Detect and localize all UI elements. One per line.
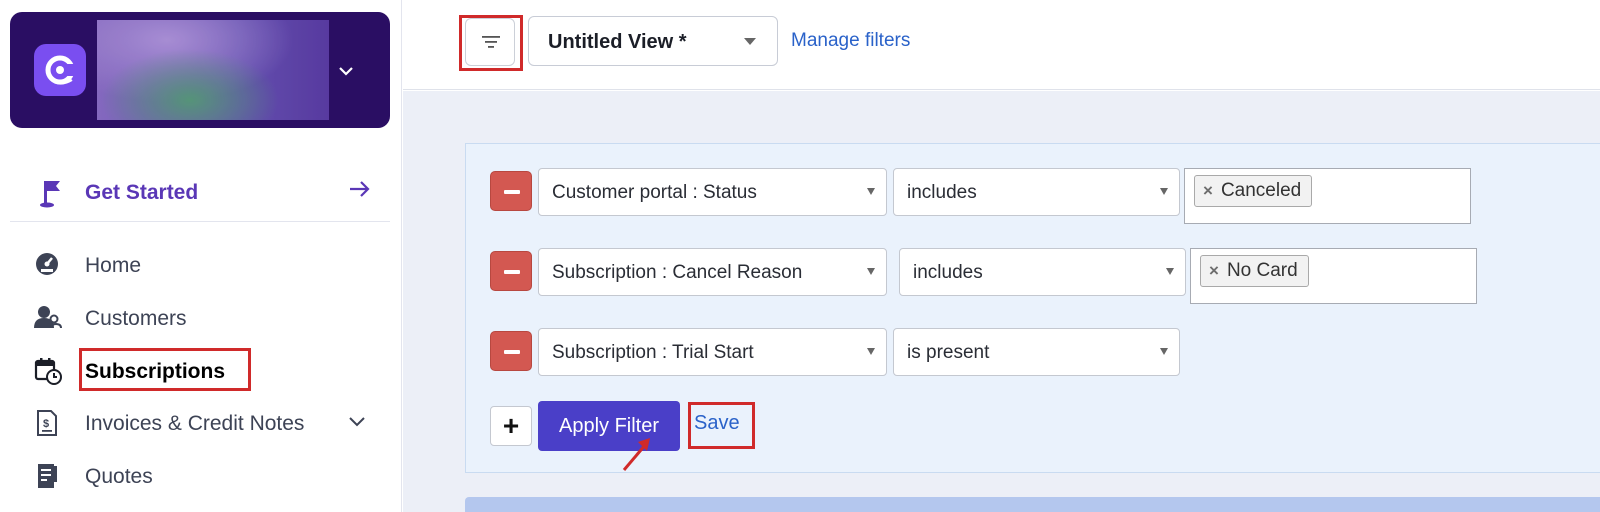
arrow-right-icon[interactable]	[347, 176, 373, 207]
invoice-icon: $	[34, 409, 60, 442]
sidebar: Get Started Home Customers Subscriptions…	[0, 0, 402, 512]
remove-filter-button[interactable]	[490, 171, 532, 211]
highlight-subscriptions	[79, 348, 251, 391]
filter-field-value: Customer portal : Status	[552, 182, 757, 203]
view-select[interactable]: Untitled View *	[528, 16, 778, 66]
chevron-down-icon[interactable]	[348, 415, 366, 434]
org-name-redacted	[97, 20, 329, 120]
remove-filter-button[interactable]	[490, 331, 532, 371]
highlight-filter-button	[459, 15, 523, 71]
get-started-label: Get Started	[85, 181, 199, 204]
calendar-clock-icon	[34, 357, 62, 390]
caret-down-icon	[1160, 348, 1168, 355]
filter-operator-select[interactable]: includes	[899, 248, 1186, 296]
get-started-item[interactable]: Get Started	[10, 166, 390, 222]
filter-operator-select[interactable]: is present	[893, 328, 1180, 376]
value-tag: × Canceled	[1194, 175, 1313, 207]
filter-operator-select[interactable]: includes	[893, 168, 1180, 216]
filter-values-input[interactable]: × No Card	[1190, 248, 1477, 304]
results-header-strip	[465, 497, 1600, 512]
caret-down-icon	[867, 188, 875, 195]
sidebar-item-label: Home	[85, 254, 142, 277]
tag-label: No Card	[1226, 260, 1298, 281]
filter-operator-value: includes	[913, 262, 983, 283]
brand-logo	[34, 44, 86, 96]
view-name: Untitled View *	[548, 31, 687, 53]
remove-tag-icon[interactable]: ×	[1203, 181, 1213, 200]
filter-operator-value: is present	[907, 342, 990, 363]
filter-field-select[interactable]: Subscription : Trial Start	[538, 328, 887, 376]
filter-field-value: Subscription : Trial Start	[552, 342, 754, 363]
minus-icon	[504, 270, 520, 274]
remove-tag-icon[interactable]: ×	[1209, 261, 1219, 280]
filter-operator-value: includes	[907, 182, 977, 203]
sidebar-item-label: Customers	[85, 307, 187, 330]
customers-icon	[34, 304, 62, 335]
highlight-save	[688, 402, 755, 449]
chevron-down-icon[interactable]	[337, 62, 355, 85]
caret-down-icon	[744, 38, 756, 45]
filter-row: Subscription : Trial Start is present	[490, 328, 1490, 378]
filter-row: Subscription : Cancel Reason includes × N…	[490, 248, 1490, 304]
tag-label: Canceled	[1220, 180, 1302, 201]
annotation-arrow-icon	[616, 434, 656, 479]
minus-icon	[504, 190, 520, 194]
filter-field-select[interactable]: Subscription : Cancel Reason	[538, 248, 887, 296]
svg-text:$: $	[43, 418, 49, 430]
main-content: Customer portal : Status includes × Cance…	[403, 91, 1600, 512]
sidebar-item-label: Invoices & Credit Notes	[85, 412, 305, 435]
top-bar: Untitled View * Manage filters	[403, 0, 1600, 90]
filter-field-value: Subscription : Cancel Reason	[552, 262, 803, 283]
filter-field-select[interactable]: Customer portal : Status	[538, 168, 887, 216]
caret-down-icon	[1166, 268, 1174, 275]
sidebar-item-label: Quotes	[85, 465, 153, 488]
org-switcher[interactable]	[10, 12, 390, 128]
quote-icon	[34, 462, 60, 495]
filter-panel: Customer portal : Status includes × Cance…	[465, 143, 1600, 473]
filter-row: Customer portal : Status includes × Cance…	[490, 168, 1490, 224]
caret-down-icon	[867, 268, 875, 275]
apply-filter-button[interactable]: Apply Filter	[538, 401, 680, 451]
sidebar-item-home[interactable]: Home	[34, 245, 384, 285]
sidebar-item-quotes[interactable]: Quotes	[34, 456, 384, 496]
filter-values-input[interactable]: × Canceled	[1184, 168, 1471, 224]
sidebar-item-invoices[interactable]: $ Invoices & Credit Notes	[34, 403, 384, 443]
caret-down-icon	[867, 348, 875, 355]
dashboard-icon	[34, 251, 60, 282]
add-filter-button[interactable]: +	[490, 406, 532, 446]
caret-down-icon	[1160, 188, 1168, 195]
flag-icon	[38, 178, 64, 213]
manage-filters-link[interactable]: Manage filters	[791, 30, 910, 52]
value-tag: × No Card	[1200, 255, 1309, 287]
minus-icon	[504, 350, 520, 354]
sidebar-item-customers[interactable]: Customers	[34, 298, 384, 338]
remove-filter-button[interactable]	[490, 251, 532, 291]
